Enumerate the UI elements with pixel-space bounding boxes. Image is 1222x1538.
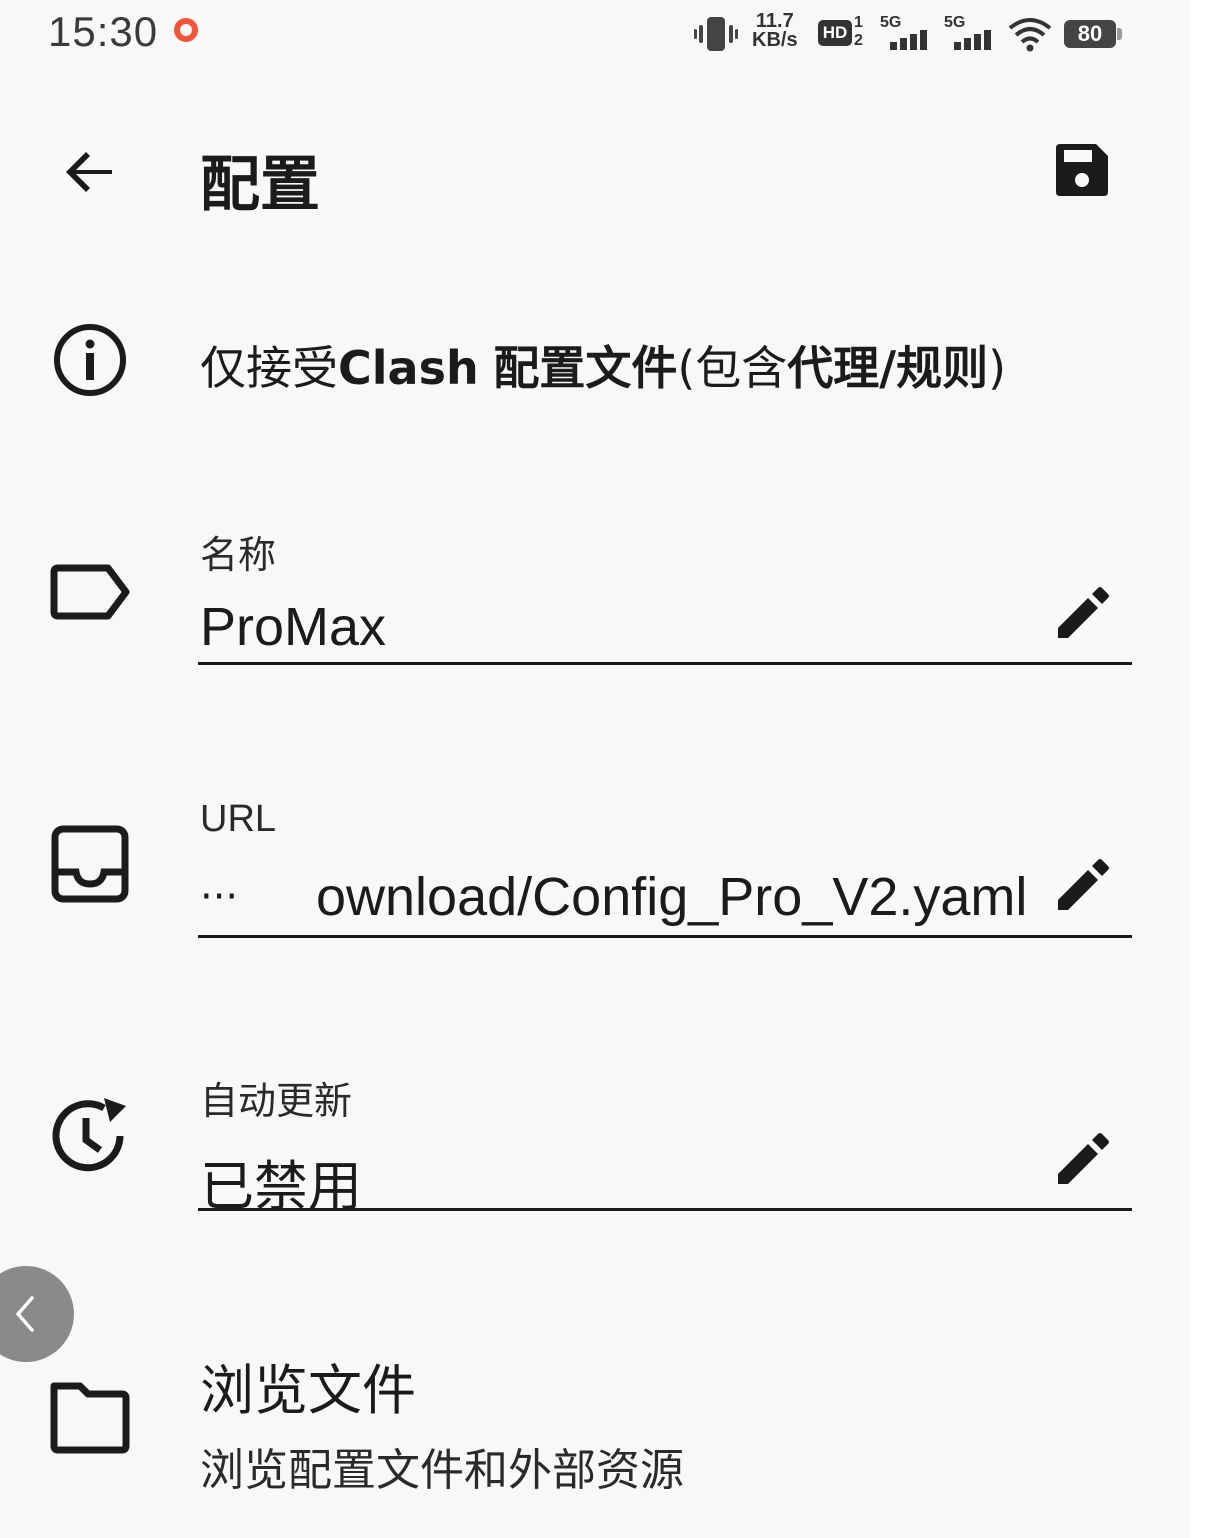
info-text-part-bold: 配置文件 bbox=[493, 341, 678, 395]
vibrate-icon bbox=[694, 17, 738, 51]
folder-icon bbox=[50, 1382, 130, 1454]
info-text: 仅接受Clash 配置文件(包含代理/规则) bbox=[200, 332, 1006, 398]
url-ellipsis: ··· bbox=[200, 874, 239, 920]
url-field-text: ownload/Config_Pro_V2.yaml bbox=[316, 867, 1028, 927]
label-tag-icon bbox=[50, 564, 130, 620]
update-clock-icon bbox=[52, 1098, 126, 1172]
wifi-icon bbox=[1008, 18, 1052, 52]
browse-files-title: 浏览文件 bbox=[200, 1359, 416, 1422]
url-field-value[interactable]: ownload/Config_Pro_V2.yaml bbox=[316, 866, 1032, 938]
browse-files-subtitle: 浏览配置文件和外部资源 bbox=[200, 1445, 684, 1496]
info-text-part bbox=[479, 341, 494, 395]
sim-index-2: 2 bbox=[854, 32, 863, 49]
info-text-part-bold: Clash bbox=[338, 341, 479, 395]
sim-index-1: 1 bbox=[854, 14, 863, 31]
name-field-value[interactable]: ProMax bbox=[200, 596, 386, 658]
status-icons: 11.7 KB/s HD 1 2 5G 5G 80 bbox=[690, 10, 1130, 58]
arrow-left-icon[interactable] bbox=[58, 140, 122, 204]
info-text-part: 仅接受 bbox=[200, 341, 338, 395]
url-field-label: URL bbox=[200, 798, 277, 840]
chevron-left-icon bbox=[16, 1296, 34, 1332]
signal-icon bbox=[890, 30, 927, 50]
info-icon bbox=[54, 324, 126, 396]
net-speed-unit: KB/s bbox=[752, 29, 798, 51]
screen: 15:30 11.7 KB/s HD 1 2 5G 5G 80 配置 仅接受Cl… bbox=[0, 0, 1190, 1538]
signal-icon bbox=[954, 30, 991, 50]
pencil-edit-icon[interactable] bbox=[1052, 856, 1112, 916]
url-field-underline bbox=[198, 935, 1132, 938]
name-field-underline bbox=[198, 662, 1132, 665]
page-title: 配置 bbox=[200, 150, 320, 220]
auto-update-field-underline bbox=[198, 1208, 1132, 1211]
network-speed: 11.7 KB/s bbox=[752, 11, 798, 51]
inbox-icon bbox=[51, 825, 129, 903]
pencil-edit-icon[interactable] bbox=[1052, 584, 1112, 644]
status-time: 15:30 bbox=[48, 8, 159, 55]
pencil-edit-icon[interactable] bbox=[1052, 1130, 1112, 1190]
recording-indicator-icon bbox=[174, 18, 198, 42]
hd-badge: HD bbox=[818, 20, 852, 46]
name-field-label: 名称 bbox=[200, 533, 277, 577]
info-text-part-bold: 代理/规则 bbox=[787, 341, 989, 395]
auto-update-field-label: 自动更新 bbox=[200, 1079, 353, 1123]
save-icon[interactable] bbox=[1050, 138, 1114, 202]
info-text-part: ) bbox=[988, 341, 1007, 395]
info-text-part: (包含 bbox=[677, 341, 788, 395]
battery-indicator: 80 bbox=[1064, 20, 1122, 48]
